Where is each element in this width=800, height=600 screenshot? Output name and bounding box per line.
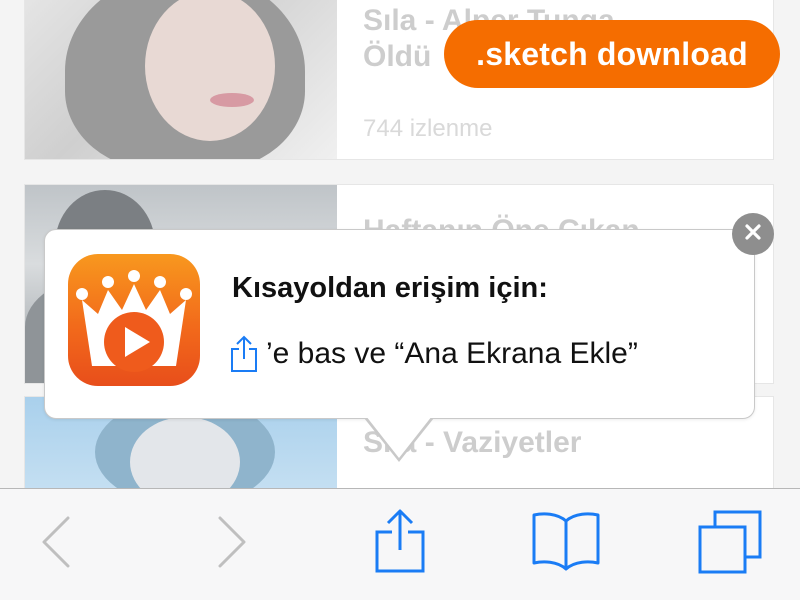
sketch-download-button[interactable]: .sketch download [444,20,780,88]
video-view-count: 744 izlenme [363,115,493,142]
back-button[interactable] [30,509,82,579]
tabs-button[interactable] [692,507,768,581]
share-icon [374,508,426,579]
close-icon [743,222,763,247]
browser-page: Sıla - Alper Tunga Öldü 744 izlenme Haft… [0,0,800,600]
share-button[interactable] [366,503,434,583]
chevron-left-icon [40,516,72,573]
popup-instruction-text: ’e bas ve “Ana Ekrana Ekle” [266,337,638,370]
popup-title: Kısayoldan erişim için: [232,272,548,304]
forward-button[interactable] [206,509,258,579]
video-thumbnail [25,0,337,159]
safari-toolbar [0,488,800,600]
chevron-right-icon [216,516,248,573]
close-button[interactable] [732,213,774,255]
book-icon [531,511,601,578]
popup-instruction: ’e bas ve “Ana Ekrana Ekle” [230,334,638,374]
bookmarks-button[interactable] [526,509,606,579]
tabs-icon [697,509,763,580]
app-logo-icon [68,254,200,386]
share-icon [230,335,258,373]
